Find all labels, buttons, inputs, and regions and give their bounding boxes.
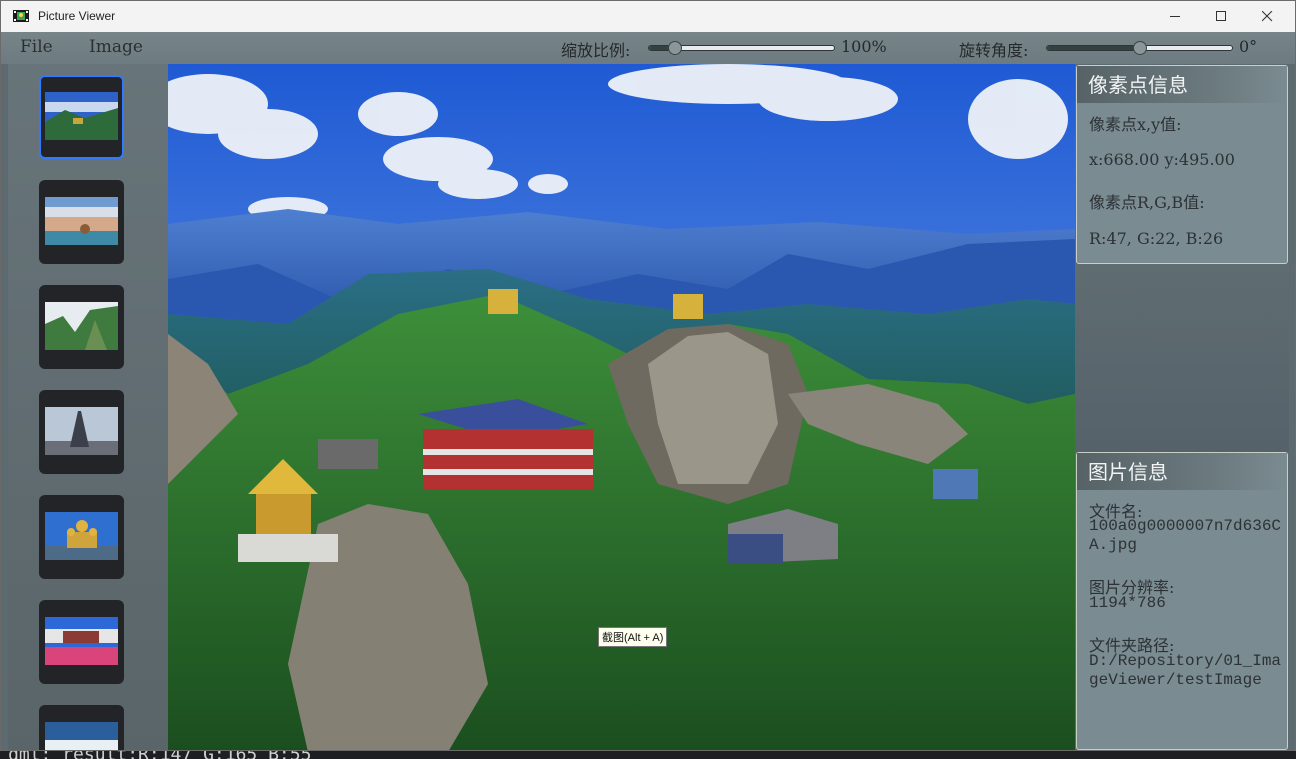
screenshot-tooltip: 截图(Alt + A) (598, 627, 668, 647)
picture-info-title: 图片信息 (1077, 453, 1287, 490)
thumbnail-image (45, 302, 118, 350)
thumbnail-golden-domes[interactable] (39, 495, 124, 579)
zoom-slider-handle[interactable] (667, 41, 682, 55)
pixel-rgb-value: R:47, G:22, B:26 (1089, 229, 1224, 248)
maximize-button[interactable] (1198, 1, 1244, 32)
window-title: Picture Viewer (38, 9, 116, 23)
thumbnail-mountain-temple[interactable] (39, 75, 124, 159)
rotation-label: 旋转角度: (959, 41, 1029, 60)
main-picture-canvas[interactable] (168, 64, 1075, 751)
zoom-slider[interactable] (648, 41, 835, 55)
thumbnail-green-cliffs[interactable] (39, 285, 124, 369)
thumbnail-image (45, 617, 118, 665)
resolution-value: 1194*786 (1089, 594, 1166, 612)
rotation-value: 0° (1239, 37, 1258, 56)
thumbnail-palace-flowers[interactable] (39, 600, 124, 684)
maximize-icon (1215, 11, 1226, 21)
close-icon (1261, 11, 1272, 22)
pixel-rgb-label: 像素点R,G,B值: (1089, 193, 1205, 212)
app-film-icon (13, 10, 29, 22)
thumbnail-lake-shore[interactable] (39, 180, 124, 264)
folder-value: D:/Repository/01_ImageViewer/testImage (1089, 652, 1282, 689)
thumbnail-image (45, 92, 118, 140)
minimize-icon (1169, 16, 1180, 17)
thumbnail-ocean-wave[interactable] (39, 705, 124, 750)
thumbnail-image (45, 512, 118, 560)
thumbnail-list[interactable] (8, 64, 168, 750)
minimize-button[interactable] (1152, 1, 1198, 32)
menu-image[interactable]: Image (89, 37, 143, 57)
pixel-info-panel: 像素点信息 像素点x,y值: x:668.00 y:495.00 像素点R,G,… (1076, 65, 1288, 264)
picture-viewer-window: Picture Viewer File Image 缩放比例: 100% 旋转角… (0, 0, 1296, 751)
thumbnail-image (45, 407, 118, 455)
zoom-label: 缩放比例: (561, 41, 631, 60)
thumbnail-image (45, 197, 118, 245)
pixel-xy-value: x:668.00 y:495.00 (1089, 150, 1235, 169)
toolbar: File Image 缩放比例: 100% 旋转角度: 0° (1, 32, 1295, 64)
zoom-value: 100% (841, 37, 887, 56)
rotation-slider-handle[interactable] (1132, 41, 1147, 55)
title-bar: Picture Viewer (1, 1, 1295, 32)
pixel-xy-label: 像素点x,y值: (1089, 115, 1182, 134)
close-button[interactable] (1244, 1, 1290, 32)
thumbnail-image (45, 722, 118, 750)
rotation-slider-fill (1047, 46, 1140, 50)
filename-value: 100a0g0000007n7d636CA.jpg (1089, 517, 1282, 554)
right-panel-spacer (1075, 264, 1289, 452)
menu-file[interactable]: File (20, 37, 53, 57)
pixel-info-title: 像素点信息 (1077, 66, 1287, 103)
picture-info-panel: 图片信息 文件名: 100a0g0000007n7d636CA.jpg 图片分辨… (1076, 452, 1288, 750)
thumbnail-eiffel-tower[interactable] (39, 390, 124, 474)
rotation-slider[interactable] (1046, 41, 1233, 55)
